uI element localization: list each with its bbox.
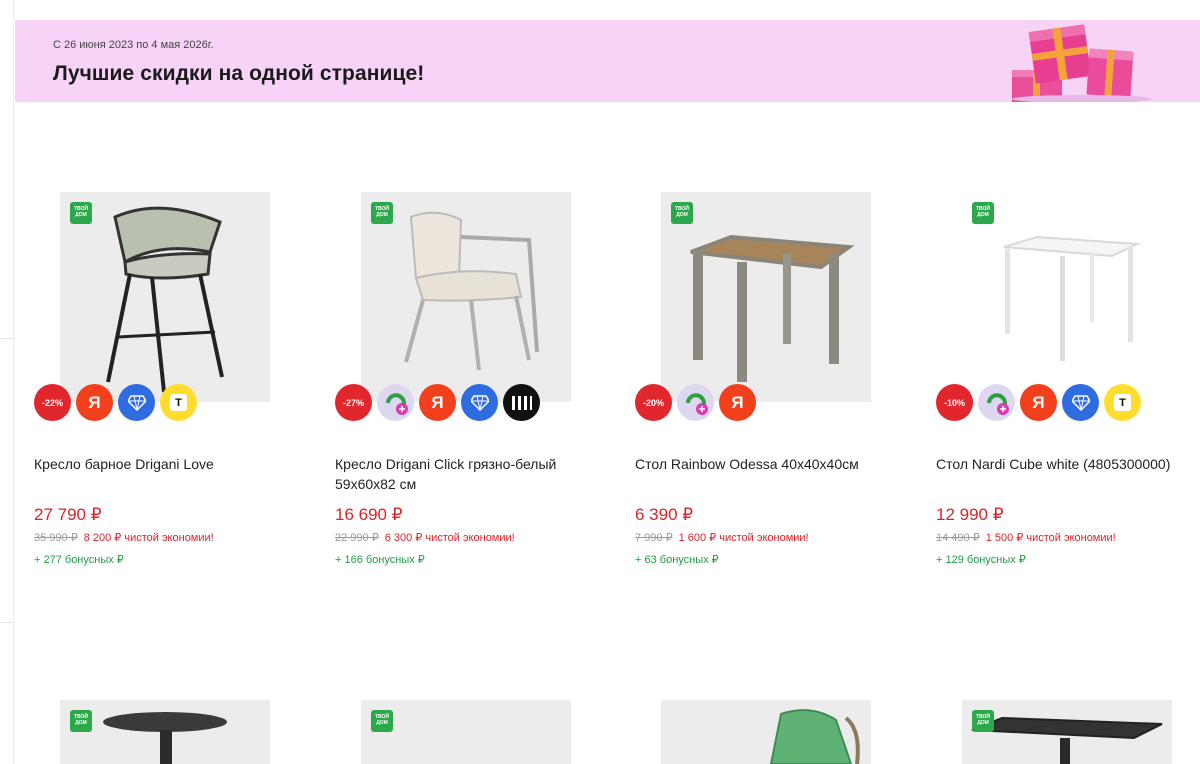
product-image[interactable]: ТВОЙ ДОМ [962, 192, 1172, 402]
square-table-illustration [971, 716, 1163, 764]
discount-badge: -10% [936, 384, 973, 421]
armchair-illustration [404, 211, 539, 371]
tvoy-dom-logo: ТВОЙ ДОМ [972, 202, 994, 224]
discount-badge: -20% [635, 384, 672, 421]
product-name[interactable]: Кресло барное Drigani Love [34, 454, 294, 474]
product-price: 16 690 ₽ [335, 505, 403, 524]
promo-dates: С 26 июня 2023 по 4 мая 2026г. [53, 39, 214, 51]
bars-icon [503, 384, 540, 421]
product-image[interactable]: ТВОЙ ДОМ [60, 700, 270, 764]
page-title: Лучшие скидки на одной странице! [53, 62, 425, 85]
old-price-row: 7 990 ₽ 1 600 ₽ чистой экономии! [635, 531, 809, 544]
bonus-text: + 166 бонусных ₽ [335, 554, 425, 566]
savings-text: 1 500 ₽ чистой экономии! [985, 532, 1116, 544]
green-cushion-chair-illustration [769, 709, 860, 764]
promo-banner: С 26 июня 2023 по 4 мая 2026г. Лучшие ск… [15, 20, 1200, 102]
left-rail [0, 0, 14, 764]
old-price-row: 22 990 ₽ 6 300 ₽ чистой экономии! [335, 531, 515, 544]
bonus-text: + 277 бонусных ₽ [34, 554, 124, 566]
old-price: 22 990 ₽ [335, 532, 379, 544]
diamond-icon [118, 384, 155, 421]
product-image[interactable]: ТВОЙ ДОМ [661, 192, 871, 402]
tvoy-dom-logo: ТВОЙ ДОМ [70, 710, 92, 732]
old-price-row: 14 490 ₽ 1 500 ₽ чистой экономии! [936, 531, 1116, 544]
yandex-icon: Я [76, 384, 113, 421]
round-table-illustration [103, 712, 227, 764]
old-price: 35 990 ₽ [34, 532, 78, 544]
yandex-icon: Я [419, 384, 456, 421]
savings-text: 6 300 ₽ чистой экономии! [384, 532, 515, 544]
old-price: 14 490 ₽ [936, 532, 980, 544]
bonus-text: + 129 бонусных ₽ [936, 554, 1026, 566]
magnit-plus-icon [978, 384, 1015, 421]
t-bank-icon: T [160, 384, 197, 421]
product-image[interactable] [661, 700, 871, 764]
savings-text: 1 600 ₽ чистой экономии! [678, 532, 809, 544]
badge-row: -20% Я [635, 384, 756, 421]
tvoy-dom-logo: ТВОЙ ДОМ [70, 202, 92, 224]
discount-badge: -27% [335, 384, 372, 421]
product-price: 27 790 ₽ [34, 505, 102, 524]
savings-text: 8 200 ₽ чистой экономии! [83, 532, 214, 544]
tvoy-dom-logo: ТВОЙ ДОМ [972, 710, 994, 732]
badge-row: -10% Я T [936, 384, 1141, 421]
t-bank-icon: T [1104, 384, 1141, 421]
product-price: 6 390 ₽ [635, 505, 694, 524]
product-name[interactable]: Стол Rainbow Odessa 40x40x40см [635, 454, 895, 474]
old-price: 7 990 ₽ [635, 532, 673, 544]
bonus-text: + 63 бонусных ₽ [635, 554, 719, 566]
diamond-icon [461, 384, 498, 421]
product-name[interactable]: Кресло Drigani Click грязно-белый 59x60x… [335, 454, 595, 494]
product-name[interactable]: Стол Nardi Cube white (4805300000) [936, 454, 1196, 474]
yandex-icon: Я [1020, 384, 1057, 421]
tvoy-dom-logo: ТВОЙ ДОМ [371, 710, 393, 732]
magnit-plus-icon [677, 384, 714, 421]
product-image[interactable]: ТВОЙ ДОМ [60, 192, 270, 402]
badge-row: -27% Я [335, 384, 540, 421]
magnit-plus-icon [377, 384, 414, 421]
product-image[interactable]: ТВОЙ ДОМ [361, 700, 571, 764]
table-illustration [690, 234, 855, 382]
old-price-row: 35 990 ₽ 8 200 ₽ чистой экономии! [34, 531, 214, 544]
tvoy-dom-logo: ТВОЙ ДОМ [671, 202, 693, 224]
discount-badge: -22% [34, 384, 71, 421]
product-price: 12 990 ₽ [936, 505, 1004, 524]
yandex-icon: Я [719, 384, 756, 421]
product-image[interactable]: ТВОЙ ДОМ [962, 700, 1172, 764]
tvoy-dom-logo: ТВОЙ ДОМ [371, 202, 393, 224]
badge-row: -22% Я T [34, 384, 197, 421]
product-image[interactable]: ТВОЙ ДОМ [361, 192, 571, 402]
bar-chair-illustration [106, 206, 224, 393]
white-table-illustration [1003, 235, 1141, 361]
gift-boxes-icon [1012, 24, 1152, 102]
diamond-icon [1062, 384, 1099, 421]
